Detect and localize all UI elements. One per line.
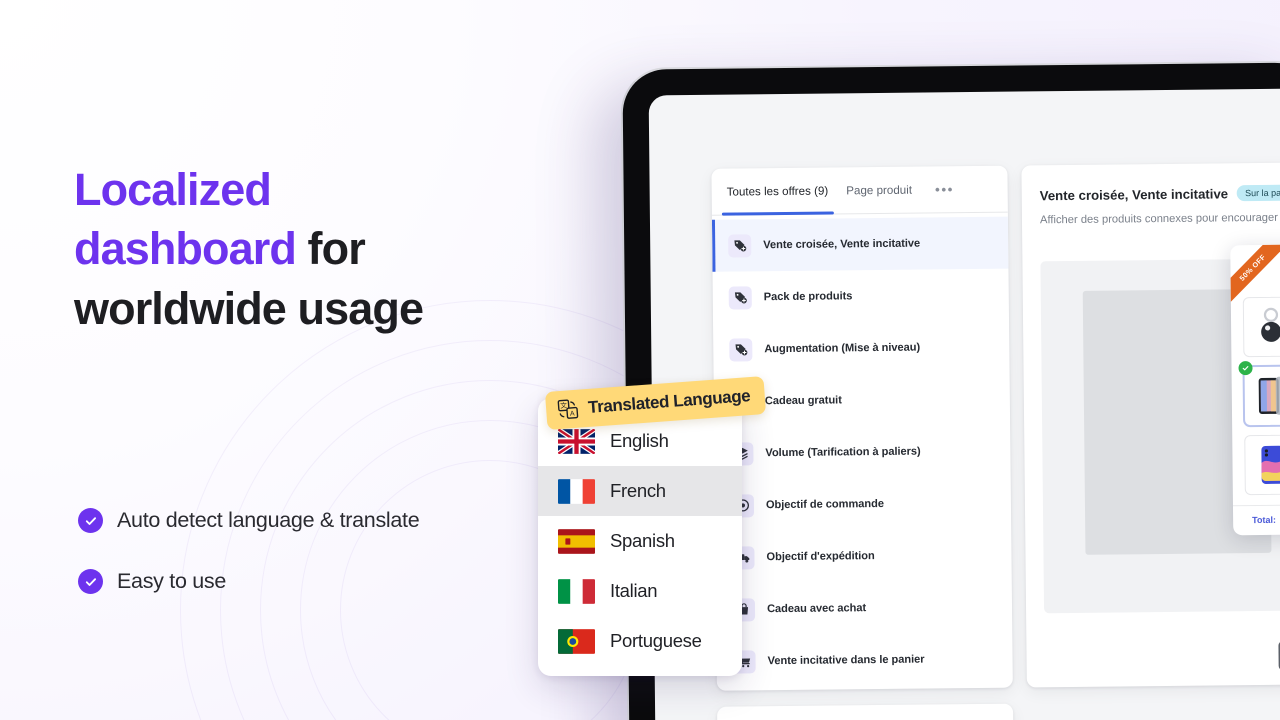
offer-label: Objectif de commande	[765, 497, 884, 512]
check-circle-icon	[78, 508, 103, 533]
language-option-french[interactable]: French	[538, 466, 742, 516]
flag-fr	[558, 478, 595, 504]
status-badge: Sur la page produit	[1237, 184, 1280, 202]
offer-label: Vente croisée, Vente incitative	[763, 237, 921, 252]
offers-panel: Toutes les offres (9) Page produit ••• V…	[711, 165, 1013, 691]
tab-all-offers[interactable]: Toutes les offres (9)	[717, 167, 837, 214]
offer-label: Objectif d'expédition	[766, 550, 875, 564]
offer-row-order-goal[interactable]: Objectif de commande	[715, 477, 1012, 532]
offer-label: Cadeau avec achat	[766, 602, 867, 616]
offer-row-cart-upsell[interactable]: Vente incitative dans le panier	[716, 633, 1013, 688]
language-label: English	[610, 430, 669, 451]
widget-product-row[interactable]: Screen Protector $19.99 − 1 +	[1238, 361, 1280, 427]
detail-title: Vente croisée, Vente incitative	[1039, 185, 1229, 203]
widget-total-row: Total:$19.99	[1232, 503, 1280, 535]
offer-detail-panel: Vente croisée, Vente incitative Sur la p…	[1021, 162, 1280, 688]
feature-label: Easy to use	[117, 569, 227, 593]
feature-item: Auto detect language & translate	[78, 508, 420, 533]
offers-tabs: Toutes les offres (9) Page produit •••	[711, 165, 1008, 216]
feature-list: Auto detect language & translate Easy to…	[78, 508, 420, 630]
language-label: Portuguese	[610, 630, 702, 651]
screen-protector-thumb	[1254, 374, 1280, 418]
offer-row-product-bundle[interactable]: Pack de produits	[712, 269, 1009, 324]
feature-item: Easy to use	[78, 569, 419, 594]
headline-plain-2: worldwide usage	[74, 282, 424, 334]
tag-plus-icon	[729, 337, 753, 362]
flag-it	[558, 578, 595, 604]
widget-product-row[interactable]: Shockproof Case $54.50 − 1 +	[1244, 433, 1280, 496]
tag-plus-icon	[728, 285, 752, 310]
language-label: Italian	[610, 580, 658, 601]
language-option-portuguese[interactable]: Portuguese	[538, 616, 742, 666]
offer-row-shipping-goal[interactable]: Objectif d'expédition	[715, 529, 1012, 584]
translate-icon: 文 A	[557, 399, 579, 419]
flag-es	[558, 528, 595, 554]
feature-label: Auto detect language & translate	[117, 508, 420, 532]
phone-case-thumb	[1254, 443, 1280, 487]
detail-header: Vente croisée, Vente incitative Sur la p…	[1040, 184, 1280, 203]
offer-preview-area: 50% OFF You Get the most Apple AirTag $2…	[1040, 243, 1280, 614]
headline-plain-1: for	[295, 223, 366, 275]
offer-row-gift-with-purchase[interactable]: Cadeau avec achat	[716, 581, 1013, 636]
selected-check-icon	[1238, 361, 1253, 376]
offer-row-upgrade[interactable]: Augmentation (Mise à niveau)	[713, 321, 1010, 376]
airtag-thumb	[1253, 305, 1280, 349]
svg-text:文: 文	[560, 401, 568, 410]
language-option-italian[interactable]: Italian	[538, 566, 742, 616]
language-dropdown[interactable]: English French Spanish Italian Portugues…	[538, 398, 742, 676]
hero-copy: Localized dashboard for worldwide usage	[74, 160, 544, 338]
check-circle-icon	[78, 569, 103, 594]
translated-language-label: Translated Language	[587, 386, 751, 417]
headline-highlight-1: Localized	[74, 164, 272, 215]
offer-label: Vente incitative dans le panier	[767, 653, 925, 668]
tag-plus-icon	[728, 233, 752, 258]
tab-product-page[interactable]: Page produit	[837, 167, 921, 214]
language-label: French	[610, 480, 666, 501]
page-background: Localized dashboard for worldwide usage …	[0, 0, 1280, 720]
offer-label: Pack de produits	[763, 290, 853, 304]
offer-label: Cadeau gratuit	[764, 394, 842, 408]
help-card[interactable]: i Vous ne savez pas quelle offre créer ?	[717, 703, 1014, 720]
detail-description: Afficher des produits connexes pour enco…	[1039, 211, 1280, 227]
flag-pt	[558, 628, 595, 654]
offer-label: Volume (Tarification à paliers)	[765, 445, 921, 460]
ellipsis-icon[interactable]: •••	[935, 166, 954, 212]
page-title: Localized dashboard for worldwide usage	[74, 160, 544, 338]
language-option-spanish[interactable]: Spanish	[538, 516, 742, 566]
widget-product-row[interactable]: Apple AirTag $29.99 − 1 +	[1242, 295, 1280, 358]
offer-row-volume[interactable]: Volume (Tarification à paliers)	[714, 425, 1011, 480]
flag-uk	[558, 428, 595, 454]
total-label: Total:	[1252, 514, 1277, 526]
language-label: Spanish	[610, 530, 675, 551]
offer-widget-preview: 50% OFF You Get the most Apple AirTag $2…	[1230, 243, 1280, 536]
offer-row-cross-sell[interactable]: Vente croisée, Vente incitative	[711, 216, 1009, 272]
offer-list: Vente croisée, Vente incitative Pack de …	[711, 213, 1013, 688]
offer-label: Augmentation (Mise à niveau)	[764, 341, 921, 356]
headline-highlight-2: dashboard	[74, 223, 297, 275]
